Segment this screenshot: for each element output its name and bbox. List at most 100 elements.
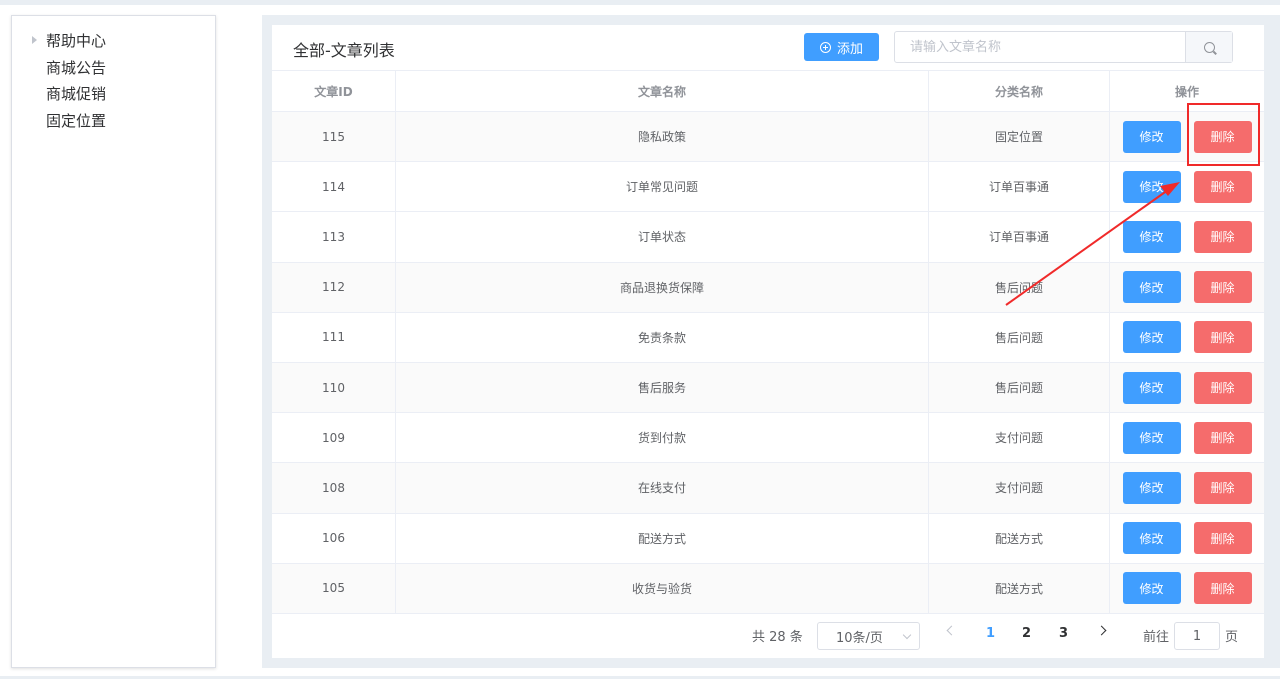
cell-id: 111 <box>272 312 396 362</box>
edit-button[interactable]: 修改 <box>1122 220 1181 253</box>
table-row[interactable]: 109 货到付款 支付问题 修改 删除 <box>272 413 1264 464</box>
cell-id: 105 <box>272 563 396 613</box>
article-table: 文章ID 文章名称 分类名称 操作 115 隐私政策 固定位置 修改 删除 11… <box>272 70 1264 614</box>
column-header-actions: 操作 <box>1174 84 1199 99</box>
cell-actions: 修改 删除 <box>1110 162 1264 211</box>
delete-button[interactable]: 删除 <box>1193 120 1252 153</box>
search-input[interactable] <box>895 32 1185 62</box>
cell-id: 106 <box>272 513 396 563</box>
cell-category: 售后问题 <box>929 362 1110 413</box>
pagination: 共 28 条 10条/页 1 2 3 前往 页 <box>272 616 1264 654</box>
tree-node-promotions[interactable]: 商城促销 <box>12 81 215 105</box>
goto-page-input[interactable] <box>1174 622 1220 650</box>
add-button-label: 添加 <box>836 41 863 57</box>
cell-name: 货到付款 <box>396 413 929 463</box>
delete-button[interactable]: 删除 <box>1193 421 1252 454</box>
table-row[interactable]: 114 订单常见问题 订单百事通 修改 删除 <box>272 162 1264 213</box>
column-header-name[interactable]: 文章名称 <box>396 71 929 111</box>
column-header-id[interactable]: 文章ID <box>272 71 396 111</box>
column-header-category[interactable]: 分类名称 <box>929 71 1110 111</box>
delete-button[interactable]: 删除 <box>1193 471 1252 504</box>
plus-circle-icon <box>819 41 831 53</box>
tree-node-label: 固定位置 <box>46 111 107 130</box>
top-divider <box>0 0 1280 5</box>
cell-name: 订单常见问题 <box>396 162 929 212</box>
cell-name: 在线支付 <box>396 463 929 513</box>
edit-button[interactable]: 修改 <box>1122 321 1181 354</box>
add-button[interactable]: 添加 <box>804 33 879 61</box>
category-tree: 帮助中心 商城公告 商城促销 固定位置 <box>11 15 216 668</box>
edit-button[interactable]: 修改 <box>1122 271 1181 304</box>
edit-button[interactable]: 修改 <box>1122 170 1181 203</box>
delete-button[interactable]: 删除 <box>1193 220 1252 253</box>
tree-node-label: 商城公告 <box>46 58 107 77</box>
edit-button[interactable]: 修改 <box>1122 421 1181 454</box>
delete-button[interactable]: 删除 <box>1193 572 1252 605</box>
page-number-3[interactable]: 3 <box>1059 626 1068 641</box>
edit-button[interactable]: 修改 <box>1122 120 1181 153</box>
table-row[interactable]: 112 商品退换货保障 售后问题 修改 删除 <box>272 262 1264 313</box>
table-header: 文章ID 文章名称 分类名称 操作 <box>272 71 1264 112</box>
cell-name: 隐私政策 <box>396 112 929 162</box>
cell-name: 免责条款 <box>396 312 929 362</box>
cell-id: 108 <box>272 463 396 513</box>
page-size-select[interactable]: 10条/页 <box>817 622 920 650</box>
delete-button[interactable]: 删除 <box>1193 170 1252 203</box>
page-size-value: 10条/页 <box>836 630 883 646</box>
cell-category: 支付问题 <box>929 413 1110 463</box>
tree-node-fixed-position[interactable]: 固定位置 <box>12 108 215 132</box>
cell-actions: 修改 删除 <box>1110 564 1264 613</box>
cell-category: 售后问题 <box>929 262 1110 312</box>
cell-name: 订单状态 <box>396 212 929 262</box>
prev-page-icon[interactable] <box>946 625 957 636</box>
table-row[interactable]: 106 配送方式 配送方式 修改 删除 <box>272 513 1264 564</box>
cell-actions: 修改 删除 <box>1110 514 1264 563</box>
page-title: 全部-文章列表 <box>293 41 395 60</box>
caret-right-icon[interactable] <box>32 36 37 44</box>
edit-button[interactable]: 修改 <box>1122 371 1181 404</box>
table-row[interactable]: 108 在线支付 支付问题 修改 删除 <box>272 463 1264 514</box>
cell-actions: 修改 删除 <box>1110 112 1264 161</box>
cell-name: 配送方式 <box>396 513 929 563</box>
search-icon <box>1203 41 1215 53</box>
delete-button[interactable]: 删除 <box>1193 522 1252 555</box>
table-row[interactable]: 105 收货与验货 配送方式 修改 删除 <box>272 563 1264 614</box>
page-number-1[interactable]: 1 <box>986 626 995 641</box>
search-button[interactable] <box>1185 32 1232 62</box>
table-row[interactable]: 115 隐私政策 固定位置 修改 删除 <box>272 112 1264 163</box>
cell-name: 商品退换货保障 <box>396 262 929 312</box>
cell-category: 售后问题 <box>929 312 1110 362</box>
table-row[interactable]: 111 免责条款 售后问题 修改 删除 <box>272 312 1264 363</box>
cell-id: 115 <box>272 112 396 162</box>
cell-category: 配送方式 <box>929 563 1110 613</box>
cell-actions: 修改 删除 <box>1110 363 1264 412</box>
edit-button[interactable]: 修改 <box>1122 522 1181 555</box>
tree-node-help-center[interactable]: 帮助中心 <box>12 28 215 52</box>
pagination-total: 共 28 条 <box>752 630 803 645</box>
delete-button[interactable]: 删除 <box>1193 321 1252 354</box>
delete-button[interactable]: 删除 <box>1193 371 1252 404</box>
cell-id: 113 <box>272 212 396 262</box>
goto-label: 前往 <box>1143 630 1170 645</box>
cell-actions: 修改 删除 <box>1110 313 1264 362</box>
cell-actions: 修改 删除 <box>1110 413 1264 462</box>
page-number-2[interactable]: 2 <box>1022 626 1031 641</box>
cell-actions: 修改 删除 <box>1110 212 1264 261</box>
edit-button[interactable]: 修改 <box>1122 572 1181 605</box>
next-page-icon[interactable] <box>1096 625 1107 636</box>
cell-category: 订单百事通 <box>929 212 1110 262</box>
cell-actions: 修改 删除 <box>1110 263 1264 312</box>
cell-id: 114 <box>272 162 396 212</box>
cell-id: 110 <box>272 362 396 413</box>
search-box <box>894 31 1233 63</box>
article-list-card: 全部-文章列表 添加 文章ID 文章名称 分类名称 操作 115 隐私政策 固定… <box>272 25 1264 658</box>
delete-button[interactable]: 删除 <box>1193 271 1252 304</box>
cell-actions: 修改 删除 <box>1110 463 1264 512</box>
tree-node-label: 帮助中心 <box>46 31 107 50</box>
table-row[interactable]: 113 订单状态 订单百事通 修改 删除 <box>272 212 1264 263</box>
cell-name: 收货与验货 <box>396 563 929 613</box>
table-row[interactable]: 110 售后服务 售后问题 修改 删除 <box>272 362 1264 414</box>
edit-button[interactable]: 修改 <box>1122 471 1181 504</box>
tree-node-announcements[interactable]: 商城公告 <box>12 55 215 79</box>
cell-id: 112 <box>272 262 396 312</box>
